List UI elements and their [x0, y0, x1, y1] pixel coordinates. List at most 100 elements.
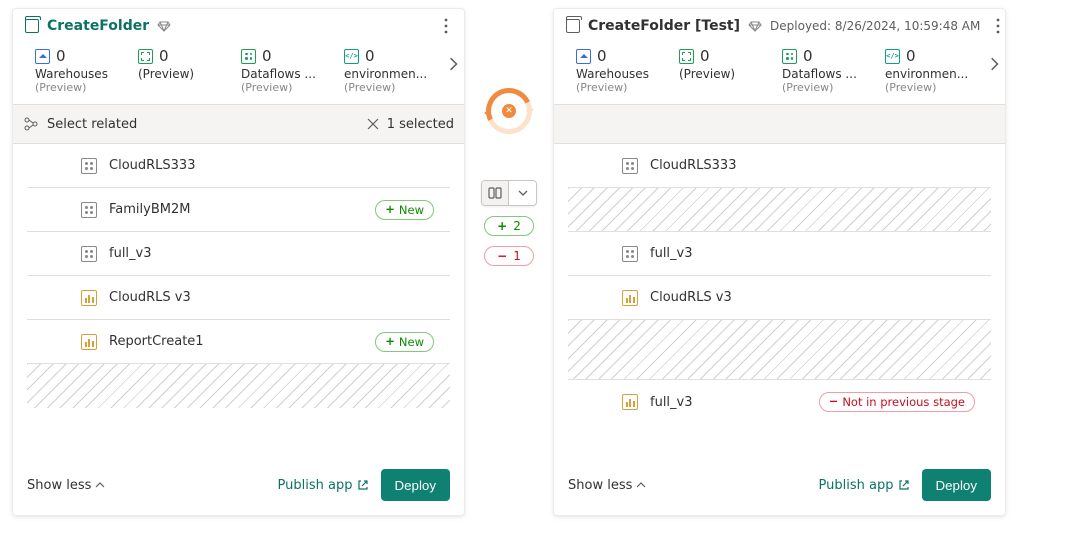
- stat-environments[interactable]: 0 environmen... (Preview): [885, 47, 988, 94]
- clear-selection-icon[interactable]: [367, 118, 379, 130]
- compare-side-by-side-button[interactable]: [482, 181, 509, 205]
- stats-next-icon[interactable]: [446, 57, 460, 71]
- stat-warehouses[interactable]: 0 Warehouses (Preview): [35, 47, 138, 94]
- stat-label: (Preview): [138, 67, 241, 81]
- list-item[interactable]: CloudRLS v3: [27, 276, 450, 320]
- stat-sub: (Preview): [344, 81, 447, 94]
- stat-preview1[interactable]: 0 (Preview): [138, 47, 241, 94]
- item-name: ReportCreate1: [109, 334, 363, 349]
- publish-app-link[interactable]: Publish app: [819, 478, 910, 493]
- dataset-icon: [81, 246, 97, 262]
- item-name: FamilyBM2M: [109, 202, 363, 217]
- premium-diamond-icon: [748, 19, 762, 33]
- stat-value: 0: [365, 47, 375, 65]
- stat-dataflows[interactable]: 0 Dataflows ... (Preview): [782, 47, 885, 94]
- chevron-down-icon: [518, 188, 528, 198]
- stat-sub: (Preview): [576, 81, 679, 94]
- more-options-icon[interactable]: [996, 18, 1000, 34]
- diff-added-count: 2: [513, 219, 521, 233]
- compare-mode-toggle: [481, 180, 537, 206]
- item-list-left: CloudRLS333 FamilyBM2M +New full_v3 Clou…: [13, 144, 464, 459]
- stat-value: 0: [597, 47, 607, 65]
- compare-dropdown-button[interactable]: [509, 181, 536, 205]
- stat-label: Warehouses: [576, 67, 679, 81]
- report-icon: [622, 394, 638, 410]
- show-less-toggle[interactable]: Show less: [568, 478, 646, 493]
- list-item[interactable]: full_v3: [568, 232, 991, 276]
- list-item[interactable]: CloudRLS333: [27, 144, 450, 188]
- stat-sub: (Preview): [885, 81, 988, 94]
- selected-count: 1 selected: [387, 117, 454, 132]
- stats-row-left: 0 Warehouses (Preview) 0 (Preview) 0 Dat…: [13, 39, 464, 104]
- publish-app-link[interactable]: Publish app: [278, 478, 369, 493]
- compare-column: ✕ + 2 − 1: [465, 8, 553, 266]
- stat-label: (Preview): [679, 67, 782, 81]
- empty-slot: [568, 188, 991, 232]
- stats-next-icon[interactable]: [987, 57, 1001, 71]
- report-icon: [81, 290, 97, 306]
- deployed-timestamp: Deployed: 8/26/2024, 10:59:48 AM: [770, 19, 980, 33]
- stat-value: 0: [56, 47, 66, 65]
- stat-label: Dataflows ...: [782, 67, 885, 81]
- source-stage-panel: CreateFolder 0 Warehouses (Preview) 0 (P…: [12, 8, 465, 516]
- list-item[interactable]: ReportCreate1 +New: [27, 320, 450, 364]
- panel-footer-right: Show less Publish app Deploy: [554, 459, 1005, 515]
- environment-icon: [344, 49, 359, 64]
- panel-header-left: CreateFolder: [13, 9, 464, 39]
- stat-preview1[interactable]: 0 (Preview): [679, 47, 782, 94]
- sync-status-icon[interactable]: ✕: [486, 88, 532, 134]
- list-item[interactable]: FamilyBM2M +New: [27, 188, 450, 232]
- deployment-pipeline: CreateFolder 0 Warehouses (Preview) 0 (P…: [0, 0, 1069, 540]
- dataset-icon: [622, 246, 638, 262]
- dataflow-icon: [782, 49, 797, 64]
- selection-bar: Select related 1 selected: [13, 104, 464, 144]
- item-name: full_v3: [650, 395, 807, 410]
- deploy-button[interactable]: Deploy: [922, 469, 992, 501]
- stat-environments[interactable]: 0 environmen... (Preview): [344, 47, 447, 94]
- dataset-icon: [81, 202, 97, 218]
- item-list-right: CloudRLS333 full_v3 CloudRLS v3 full_v3 …: [554, 144, 1005, 459]
- plus-icon: +: [497, 220, 507, 232]
- spacer-bar: [554, 104, 1005, 144]
- list-item[interactable]: CloudRLS v3: [568, 276, 991, 320]
- panel-title[interactable]: CreateFolder: [47, 18, 149, 34]
- preview-icon: [138, 49, 153, 64]
- item-name: CloudRLS333: [650, 158, 975, 173]
- plus-icon: +: [385, 204, 395, 216]
- item-name: CloudRLS v3: [650, 290, 975, 305]
- stat-label: Warehouses: [35, 67, 138, 81]
- publish-label: Publish app: [819, 478, 894, 493]
- item-name: full_v3: [109, 246, 434, 261]
- warehouse-icon: [35, 49, 50, 64]
- more-options-icon[interactable]: [438, 18, 454, 34]
- empty-slot: [568, 320, 991, 380]
- deploy-button[interactable]: Deploy: [381, 469, 451, 501]
- stat-label: environmen...: [885, 67, 988, 81]
- dataset-icon: [622, 158, 638, 174]
- chevron-up-icon: [636, 480, 646, 490]
- stat-warehouses[interactable]: 0 Warehouses (Preview): [576, 47, 679, 94]
- stat-dataflows[interactable]: 0 Dataflows ... (Preview): [241, 47, 344, 94]
- stats-row-right: 0 Warehouses (Preview) 0 (Preview) 0 Dat…: [554, 39, 1005, 104]
- show-less-toggle[interactable]: Show less: [27, 478, 105, 493]
- empty-slot: [27, 364, 450, 408]
- list-item[interactable]: full_v3: [27, 232, 450, 276]
- chevron-up-icon: [95, 480, 105, 490]
- plus-icon: +: [385, 336, 395, 348]
- list-item[interactable]: full_v3 −Not in previous stage: [568, 380, 991, 424]
- diff-removed-pill[interactable]: − 1: [484, 246, 534, 266]
- stat-value: 0: [159, 47, 169, 65]
- stat-value: 0: [803, 47, 813, 65]
- panel-title[interactable]: CreateFolder [Test]: [588, 18, 740, 34]
- list-item[interactable]: CloudRLS333: [568, 144, 991, 188]
- warehouse-icon: [576, 49, 591, 64]
- stat-label: environmen...: [344, 67, 447, 81]
- dataset-icon: [81, 158, 97, 174]
- dataflow-icon: [241, 49, 256, 64]
- panel-header-right: CreateFolder [Test] Deployed: 8/26/2024,…: [554, 9, 1005, 39]
- show-less-label: Show less: [27, 478, 91, 493]
- item-name: full_v3: [650, 246, 975, 261]
- diff-added-pill[interactable]: + 2: [484, 216, 534, 236]
- target-stage-panel: CreateFolder [Test] Deployed: 8/26/2024,…: [553, 8, 1006, 516]
- select-related-label[interactable]: Select related: [47, 117, 137, 132]
